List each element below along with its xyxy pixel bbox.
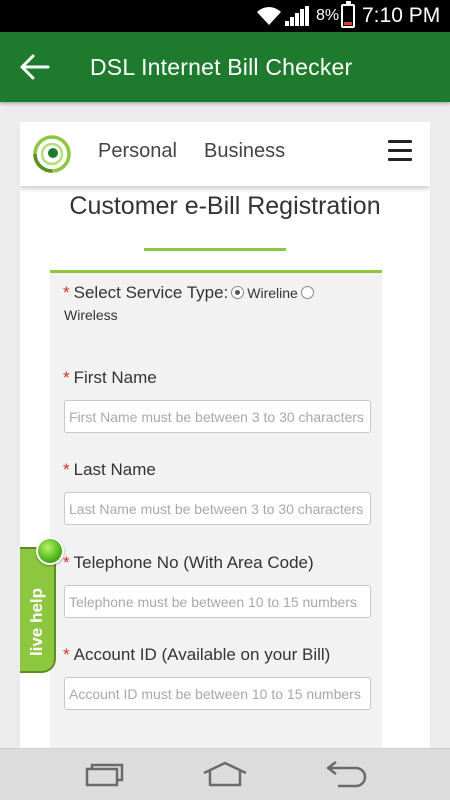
site-header: Personal Business bbox=[20, 122, 430, 186]
wifi-icon bbox=[257, 7, 281, 25]
app-title: DSL Internet Bill Checker bbox=[90, 54, 353, 80]
back-icon[interactable] bbox=[322, 759, 372, 791]
signal-icon bbox=[285, 6, 309, 26]
last-name-field[interactable] bbox=[64, 492, 371, 525]
service-type-label: Select Service Type: bbox=[73, 283, 229, 302]
wireless-label: Wireless bbox=[64, 307, 118, 323]
nav-business[interactable]: Business bbox=[204, 140, 285, 163]
registration-form: * Select Service Type: Wireline Wireless *… bbox=[50, 270, 382, 748]
account-id-field[interactable] bbox=[64, 677, 371, 710]
web-content: Personal Business Customer e-Bill Regist… bbox=[20, 122, 430, 748]
page-title: Customer e-Bill Registration bbox=[69, 192, 381, 220]
battery-percent: 8% bbox=[316, 7, 340, 24]
last-name-label: * Last Name bbox=[63, 460, 156, 479]
wireline-label: Wireline bbox=[247, 285, 298, 301]
battery-icon bbox=[341, 1, 355, 28]
telephone-label: * Telephone No (With Area Code) bbox=[63, 553, 314, 572]
title-underline bbox=[144, 248, 286, 251]
arrow-left-icon[interactable] bbox=[20, 54, 50, 80]
required-marker: * bbox=[63, 283, 70, 302]
service-type-field: * Select Service Type: Wireline bbox=[63, 283, 373, 303]
app-bar: DSL Internet Bill Checker bbox=[0, 32, 450, 102]
hamburger-menu-icon[interactable] bbox=[388, 140, 412, 162]
circle-logo-icon[interactable] bbox=[32, 134, 72, 174]
live-help-status-icon bbox=[36, 537, 64, 565]
account-id-label: * Account ID (Available on your Bill) bbox=[63, 645, 331, 664]
clock: 7:10 PM bbox=[362, 4, 441, 27]
status-bar: 8% 7:10 PM bbox=[0, 0, 450, 32]
first-name-label: * First Name bbox=[63, 368, 157, 387]
first-name-field[interactable] bbox=[64, 400, 371, 433]
live-help-label: live help bbox=[27, 588, 46, 657]
live-help-button[interactable]: live help bbox=[20, 547, 56, 673]
home-icon[interactable] bbox=[200, 759, 250, 791]
wireline-radio[interactable] bbox=[231, 286, 245, 299]
nav-personal[interactable]: Personal bbox=[98, 140, 177, 163]
system-nav-bar bbox=[0, 748, 450, 800]
recent-apps-icon[interactable] bbox=[78, 759, 128, 791]
wireless-radio[interactable] bbox=[300, 286, 314, 299]
telephone-field[interactable] bbox=[64, 585, 371, 618]
